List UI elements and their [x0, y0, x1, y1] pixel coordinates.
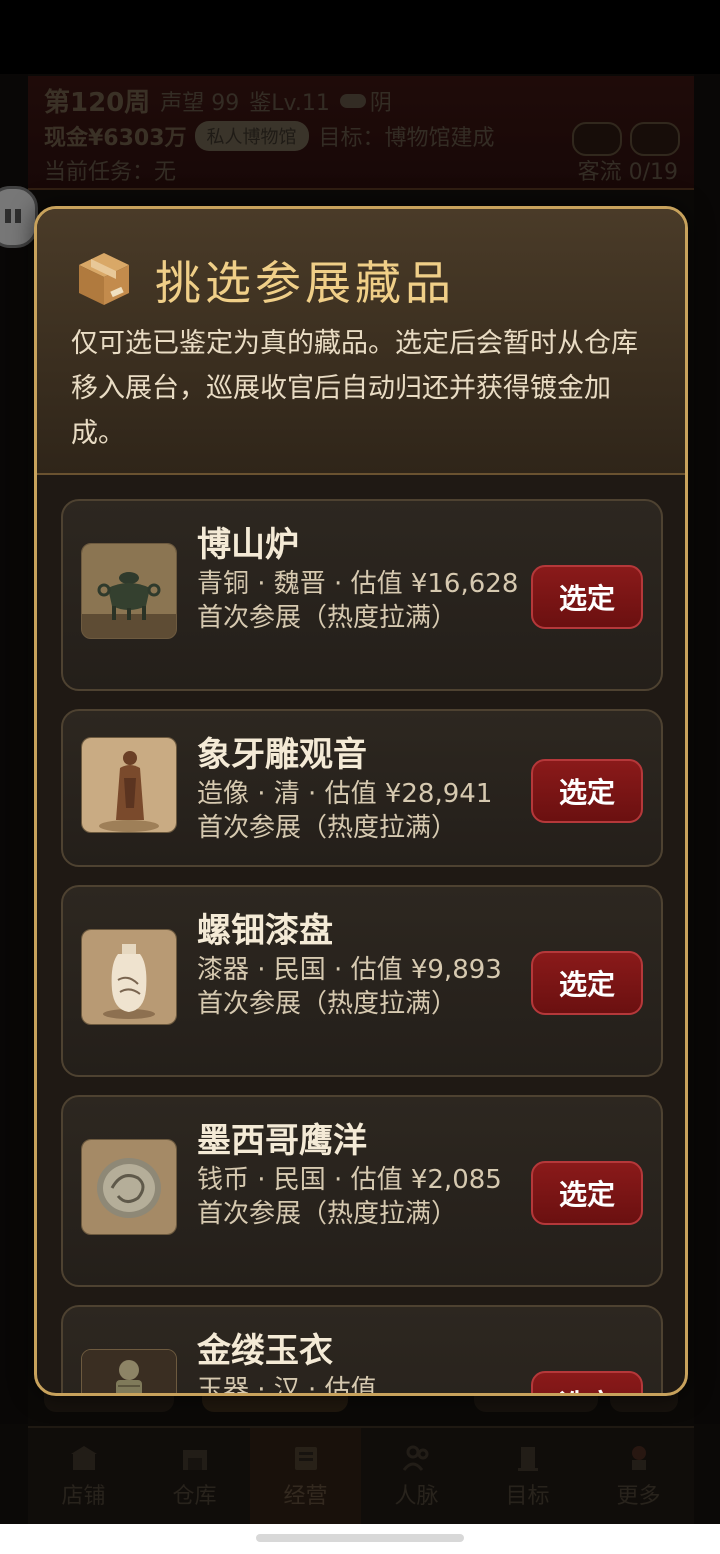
- select-button[interactable]: 选定: [531, 1371, 643, 1393]
- porcelain-vase-image: [81, 929, 177, 1025]
- item-exhibit-status: 首次参展（热度拉满）: [197, 1199, 458, 1229]
- ivory-statue-image: [81, 737, 177, 833]
- item-category-value: 造像 · 清 · 估值 ¥28,941: [197, 779, 493, 809]
- bronze-censer-image: [81, 543, 177, 639]
- modal-header: 挑选参展藏品 仅可选已鉴定为真的藏品。选定后会暂时从仓库移入展台，巡展收官后自动…: [37, 209, 685, 475]
- status-bar: [0, 0, 720, 74]
- item-meta: 造像 · 清 · 估值 ¥28,941 首次参展（热度拉满）: [197, 777, 537, 845]
- item-exhibit-status: 首次参展（热度拉满）: [197, 989, 458, 1019]
- select-button[interactable]: 选定: [531, 565, 643, 629]
- modal-description: 仅可选已鉴定为真的藏品。选定后会暂时从仓库移入展台，巡展收官后自动归还并获得镀金…: [71, 328, 638, 449]
- item-meta: 青铜 · 魏晋 · 估值 ¥16,628 首次参展（热度拉满）: [197, 567, 521, 635]
- select-exhibit-modal: 挑选参展藏品 仅可选已鉴定为真的藏品。选定后会暂时从仓库移入展台，巡展收官后自动…: [34, 206, 688, 1396]
- list-item: 博山炉 青铜 · 魏晋 · 估值 ¥16,628 首次参展（热度拉满） 选定: [61, 499, 663, 691]
- item-meta: 玉器 · 汉 · 估值: [197, 1373, 521, 1393]
- list-item: 金缕玉衣 玉器 · 汉 · 估值 选定: [61, 1305, 663, 1393]
- package-box-icon: [79, 253, 129, 305]
- item-name: 墨西哥鹰洋: [197, 1121, 367, 1161]
- select-button[interactable]: 选定: [531, 759, 643, 823]
- select-button[interactable]: 选定: [531, 1161, 643, 1225]
- jade-suit-image: [81, 1349, 177, 1393]
- item-meta: 漆器 · 民国 · 估值 ¥9,893 首次参展（热度拉满）: [197, 953, 521, 1021]
- item-name: 金缕玉衣: [197, 1331, 333, 1371]
- item-exhibit-status: 首次参展（热度拉满）: [197, 603, 458, 633]
- silver-coin-image: [81, 1139, 177, 1235]
- list-item: 墨西哥鹰洋 钱币 · 民国 · 估值 ¥2,085 首次参展（热度拉满） 选定: [61, 1095, 663, 1287]
- item-exhibit-status: 首次参展（热度拉满）: [197, 813, 458, 843]
- item-name: 博山炉: [197, 525, 299, 565]
- item-category-value: 漆器 · 民国 · 估值 ¥9,893: [197, 955, 502, 985]
- exhibit-item-list[interactable]: 博山炉 青铜 · 魏晋 · 估值 ¥16,628 首次参展（热度拉满） 选定 象…: [37, 475, 685, 1393]
- list-item: 螺钿漆盘 漆器 · 民国 · 估值 ¥9,893 首次参展（热度拉满） 选定: [61, 885, 663, 1077]
- select-button[interactable]: 选定: [531, 951, 643, 1015]
- home-indicator[interactable]: [256, 1534, 464, 1542]
- gesture-bar: [0, 1524, 720, 1554]
- item-name: 象牙雕观音: [197, 735, 367, 775]
- item-meta: 钱币 · 民国 · 估值 ¥2,085 首次参展（热度拉满）: [197, 1163, 521, 1231]
- item-category-value: 青铜 · 魏晋 · 估值 ¥16,628: [197, 569, 519, 599]
- list-item: 象牙雕观音 造像 · 清 · 估值 ¥28,941 首次参展（热度拉满） 选定: [61, 709, 663, 867]
- item-category-value: 钱币 · 民国 · 估值 ¥2,085: [197, 1165, 502, 1195]
- item-name: 螺钿漆盘: [197, 911, 333, 951]
- item-category-value: 玉器 · 汉 · 估值: [197, 1375, 377, 1393]
- modal-title: 挑选参展藏品: [155, 256, 455, 310]
